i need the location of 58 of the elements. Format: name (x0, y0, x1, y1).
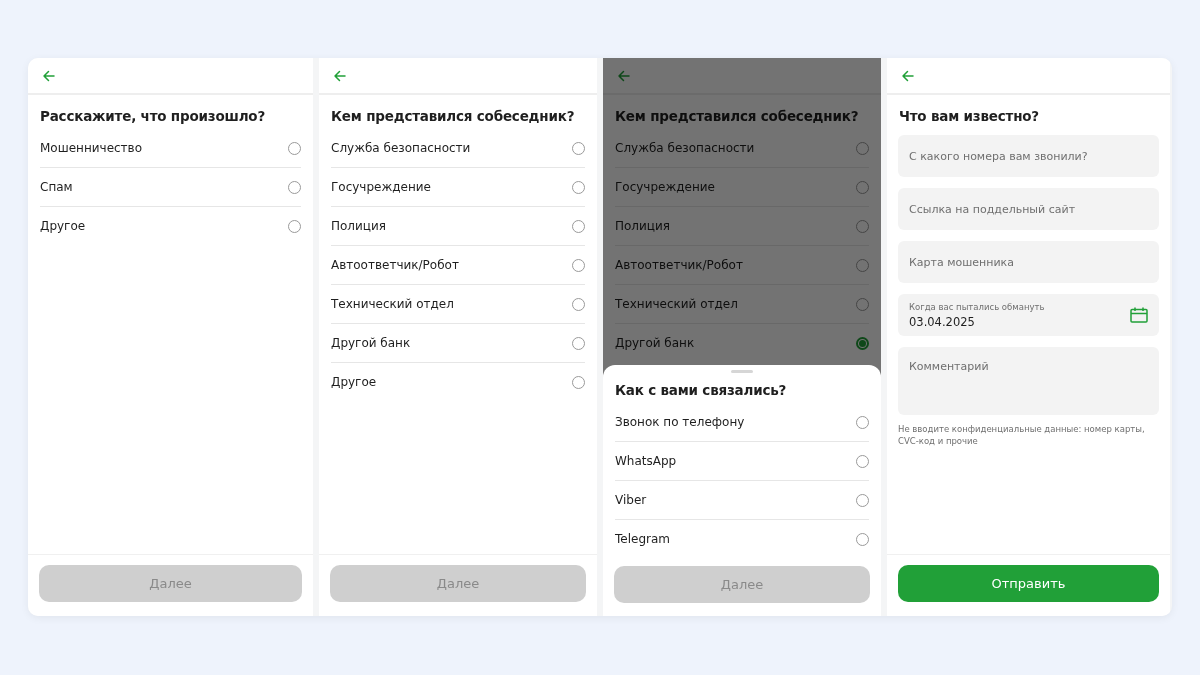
option-label: Telegram (615, 532, 670, 546)
option-label: Технический отдел (615, 297, 738, 311)
input-field[interactable]: Карта мошенника (898, 241, 1159, 283)
option-row[interactable]: Госучреждение (331, 168, 585, 207)
input-field[interactable]: С какого номера вам звонили? (898, 135, 1159, 177)
option-row[interactable]: Технический отдел (331, 285, 585, 324)
option-label: Мошенничество (40, 141, 143, 155)
option-label: Другой банк (331, 336, 411, 350)
option-row[interactable]: Telegram (615, 520, 869, 558)
option-label: Технический отдел (331, 297, 454, 311)
option-label: Звонок по телефону (615, 415, 745, 429)
back-arrow-icon[interactable] (333, 68, 347, 83)
option-row[interactable]: Служба безопасности (331, 129, 585, 168)
input-field[interactable]: Ссылка на поддельный сайт (898, 188, 1159, 230)
option-row[interactable]: WhatsApp (615, 442, 869, 481)
option-row[interactable]: Мошенничество (40, 129, 301, 168)
option-label: Служба безопасности (615, 141, 755, 155)
option-row[interactable]: Автоответчик/Робот (331, 246, 585, 285)
screen-title: Расскажите, что произошло? (40, 107, 267, 126)
screen-title: Кем представился собеседник? (615, 107, 860, 126)
option-label: Viber (615, 493, 647, 507)
option-row[interactable]: Госучреждение (615, 168, 869, 207)
comment-field[interactable]: Комментарий (898, 347, 1159, 415)
option-row[interactable]: Viber (615, 481, 869, 520)
option-label: Другое (40, 219, 86, 233)
back-arrow-icon[interactable] (617, 68, 631, 83)
option-row[interactable]: Другое (40, 207, 301, 245)
hint-text: Не вводите конфиденциальные данные: номер карты, CVC-код и прочие (898, 423, 1146, 447)
option-label: Госучреждение (331, 180, 431, 194)
option-label: Полиция (615, 219, 671, 233)
radio-button[interactable] (856, 336, 869, 350)
option-row[interactable]: Служба безопасности (615, 129, 869, 168)
option-label: Автоответчик/Робот (331, 258, 459, 272)
option-row[interactable]: Автоответчик/Робот (615, 246, 869, 285)
option-row[interactable]: Другой банк (331, 324, 585, 363)
option-row[interactable]: Звонок по телефону (615, 403, 869, 442)
option-label: Спам (40, 180, 73, 194)
option-label: Другой банк (615, 336, 695, 350)
option-row[interactable]: Другое (331, 363, 585, 401)
option-label: Другое (331, 375, 377, 389)
option-label: WhatsApp (615, 454, 677, 468)
option-row[interactable]: Другой банк (615, 324, 869, 362)
screen-title: Кем представился собеседник? (331, 107, 576, 126)
option-row[interactable]: Полиция (615, 207, 869, 246)
option-label: Автоответчик/Робот (615, 258, 743, 272)
back-arrow-icon[interactable] (901, 68, 915, 83)
sheet-title: Как с вами связались? (615, 381, 788, 400)
option-row[interactable]: Спам (40, 168, 301, 207)
date-field[interactable]: Когда вас пытались обмануть 03.04.2025 (898, 294, 1159, 336)
option-row[interactable]: Технический отдел (615, 285, 869, 324)
calendar-icon[interactable] (1130, 307, 1148, 323)
option-label: Полиция (331, 219, 387, 233)
screen-title: Что вам известно? (899, 107, 1040, 126)
back-arrow-icon[interactable] (42, 68, 56, 83)
option-row[interactable]: Полиция (331, 207, 585, 246)
option-label: Служба безопасности (331, 141, 471, 155)
option-label: Госучреждение (615, 180, 715, 194)
sheet-handle[interactable] (731, 370, 753, 373)
